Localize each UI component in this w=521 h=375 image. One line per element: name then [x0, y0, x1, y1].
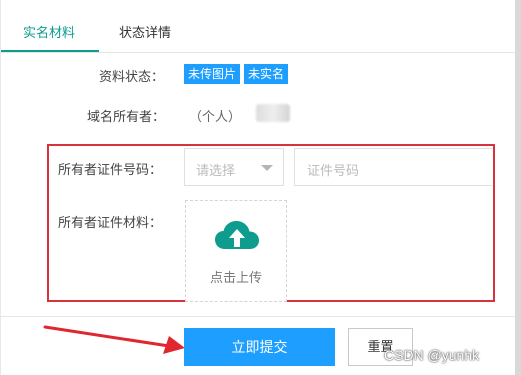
upload-text: 点击上传 — [209, 270, 262, 285]
owner-label: 域名所有者： — [87, 109, 166, 124]
status-badge-unverified: 未实名 — [244, 64, 289, 84]
upload-area[interactable]: 点击上传 — [185, 200, 287, 302]
chevron-down-icon — [261, 165, 273, 171]
owner-value: （个人） — [189, 109, 242, 124]
id-number-label: 所有者证件号码： — [58, 162, 163, 177]
id-type-select[interactable]: 请选择 — [184, 148, 284, 186]
footer-divider — [1, 316, 516, 317]
tab-realname-materials[interactable]: 实名材料 — [23, 22, 75, 41]
id-type-select-placeholder: 请选择 — [196, 163, 236, 178]
redacted-owner-name — [256, 104, 290, 122]
id-number-input[interactable]: 证件号码 — [294, 148, 492, 186]
tab-status-details[interactable]: 状态详情 — [119, 22, 171, 41]
watermark: CSDN @yunhk — [384, 347, 480, 363]
id-material-label: 所有者证件材料： — [58, 215, 163, 230]
form-panel: 实名材料 状态详情 资料状态： 未传图片 未实名 域名所有者： （个人） 所有者… — [0, 0, 516, 375]
red-arrow-annotation — [43, 325, 185, 354]
id-number-placeholder: 证件号码 — [307, 163, 360, 178]
status-label: 资料状态： — [99, 69, 165, 84]
tab-bar: 实名材料 状态详情 — [1, 0, 516, 53]
submit-button[interactable]: 立即提交 — [184, 328, 335, 366]
cloud-upload-icon — [215, 221, 259, 249]
active-tab-indicator — [1, 50, 99, 52]
status-badge-no-image: 未传图片 — [184, 64, 241, 84]
scroll-edge — [515, 0, 521, 375]
